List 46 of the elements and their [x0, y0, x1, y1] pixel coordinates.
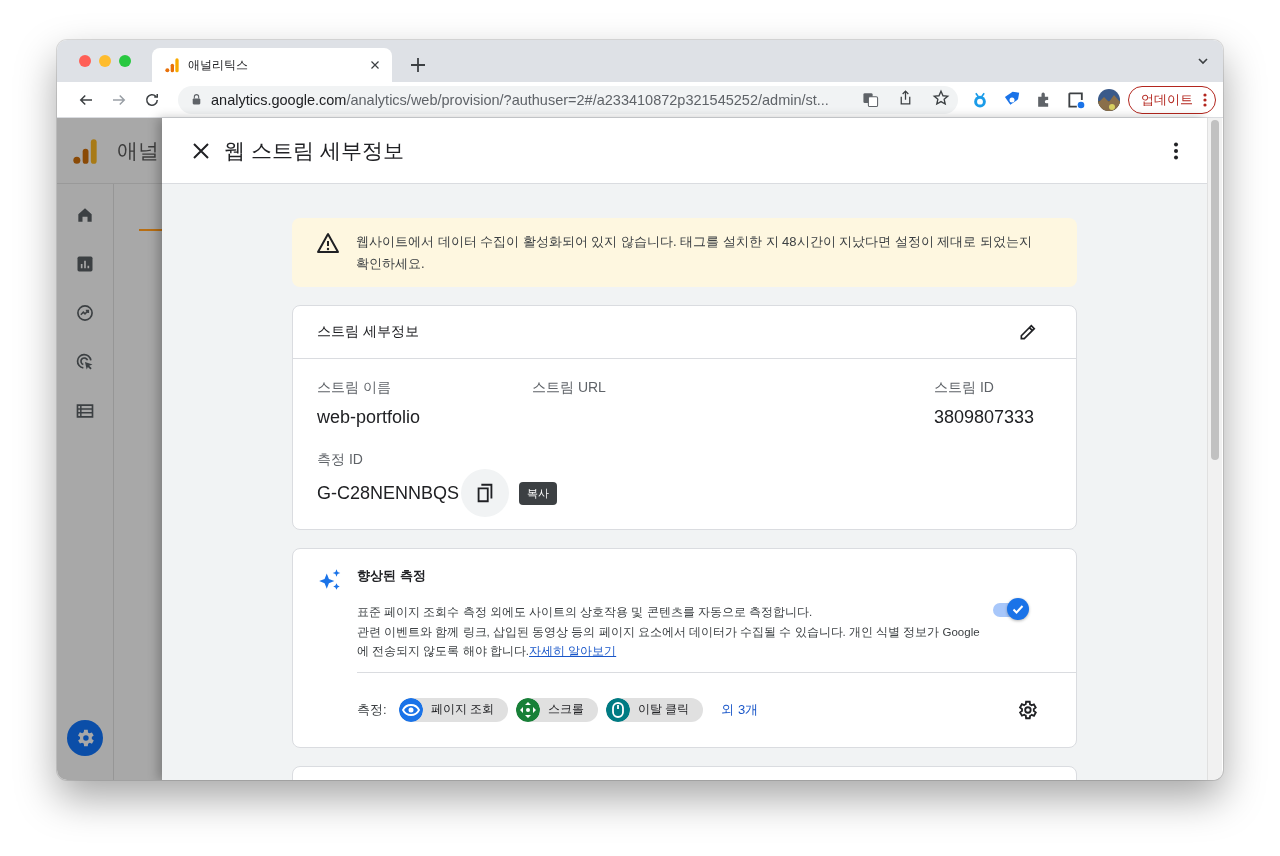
- card-title: 스트림 세부정보: [317, 323, 420, 341]
- browser-tab[interactable]: 애널리틱스: [152, 48, 392, 82]
- bar-chart-icon: [164, 57, 180, 73]
- bar-chart-icon: [71, 136, 99, 165]
- list-icon: [75, 401, 95, 421]
- cursor-target-icon: [75, 352, 95, 372]
- field-label: 측정 ID: [317, 450, 364, 469]
- field-value: web-portfolio: [317, 406, 422, 429]
- sparkle-icon: [317, 567, 343, 593]
- field-label: 스트림 ID: [934, 378, 995, 397]
- edit-button[interactable]: [1018, 322, 1038, 342]
- warning-icon: [316, 231, 340, 255]
- event-chip: 이탈 클릭: [605, 697, 704, 722]
- event-chip: 페이지 조회: [398, 697, 508, 722]
- more-icon: [1203, 92, 1207, 107]
- star-icon: [932, 88, 950, 107]
- chevron-down-icon[interactable]: [1197, 55, 1209, 67]
- bar-chart-icon: [75, 254, 95, 274]
- app-name: 애널: [117, 137, 159, 164]
- update-button[interactable]: 업데이트: [1128, 85, 1216, 114]
- section-title: 향상된 측정: [357, 567, 427, 585]
- translate-icon: [862, 91, 879, 108]
- more-menu-button[interactable]: [1173, 141, 1179, 160]
- url-host: analytics.google.com: [211, 91, 347, 108]
- field-value: 3809807333: [934, 406, 1036, 429]
- field-label: 스트림 이름: [317, 378, 392, 397]
- address-bar[interactable]: analytics.google.com/analytics/web/provision/?authuser=2#/a233410872p321545252/admin/st...: [178, 85, 958, 114]
- warning-text: 웹사이트에서 데이터 수집이 활성화되어 있지 않습니다. 태그를 설치한 지 48시간이 지났다면 설정이 제대로 되었는지 확인하세요.: [356, 233, 1034, 273]
- copy-button[interactable]: [461, 469, 510, 517]
- url-path: /analytics/web/provision/?authuser=2#/a233410872p321545252/admin/st...: [346, 91, 829, 108]
- settings-button[interactable]: [1016, 698, 1038, 721]
- tooltip: 복사: [519, 481, 558, 505]
- description-text: 표준 페이지 조회수 측정 외에도 사이트의 상호작용 및 콘텐츠를 자동으로 측정합니다.: [357, 605, 814, 620]
- drawer-title: 웹 스트림 세부정보: [224, 137, 405, 164]
- toggle-switch[interactable]: [993, 597, 1029, 621]
- field-value: G-C28NENNBQS: [317, 482, 460, 504]
- media-icon: [1066, 89, 1086, 110]
- more-events-link[interactable]: 외 3개: [721, 700, 1016, 719]
- events-label: 측정:: [357, 700, 387, 719]
- field-label: 스트림 URL: [532, 378, 607, 397]
- learn-more-link[interactable]: 자세히 알아보기: [529, 645, 617, 657]
- event-chip: 스크롤: [515, 697, 598, 722]
- trend-icon: [75, 303, 95, 323]
- lock-icon: [190, 93, 203, 106]
- close-button[interactable]: [192, 141, 210, 160]
- privacy-note: 관련 이벤트와 함께 링크, 삽입된 동영상 등의 페이지 요소에서 데이터가 수집될 수 있습니다. 개인 식별 정보가 Google에 전송되지 않도록 해야 합니다.자세히 알아보기: [357, 624, 981, 659]
